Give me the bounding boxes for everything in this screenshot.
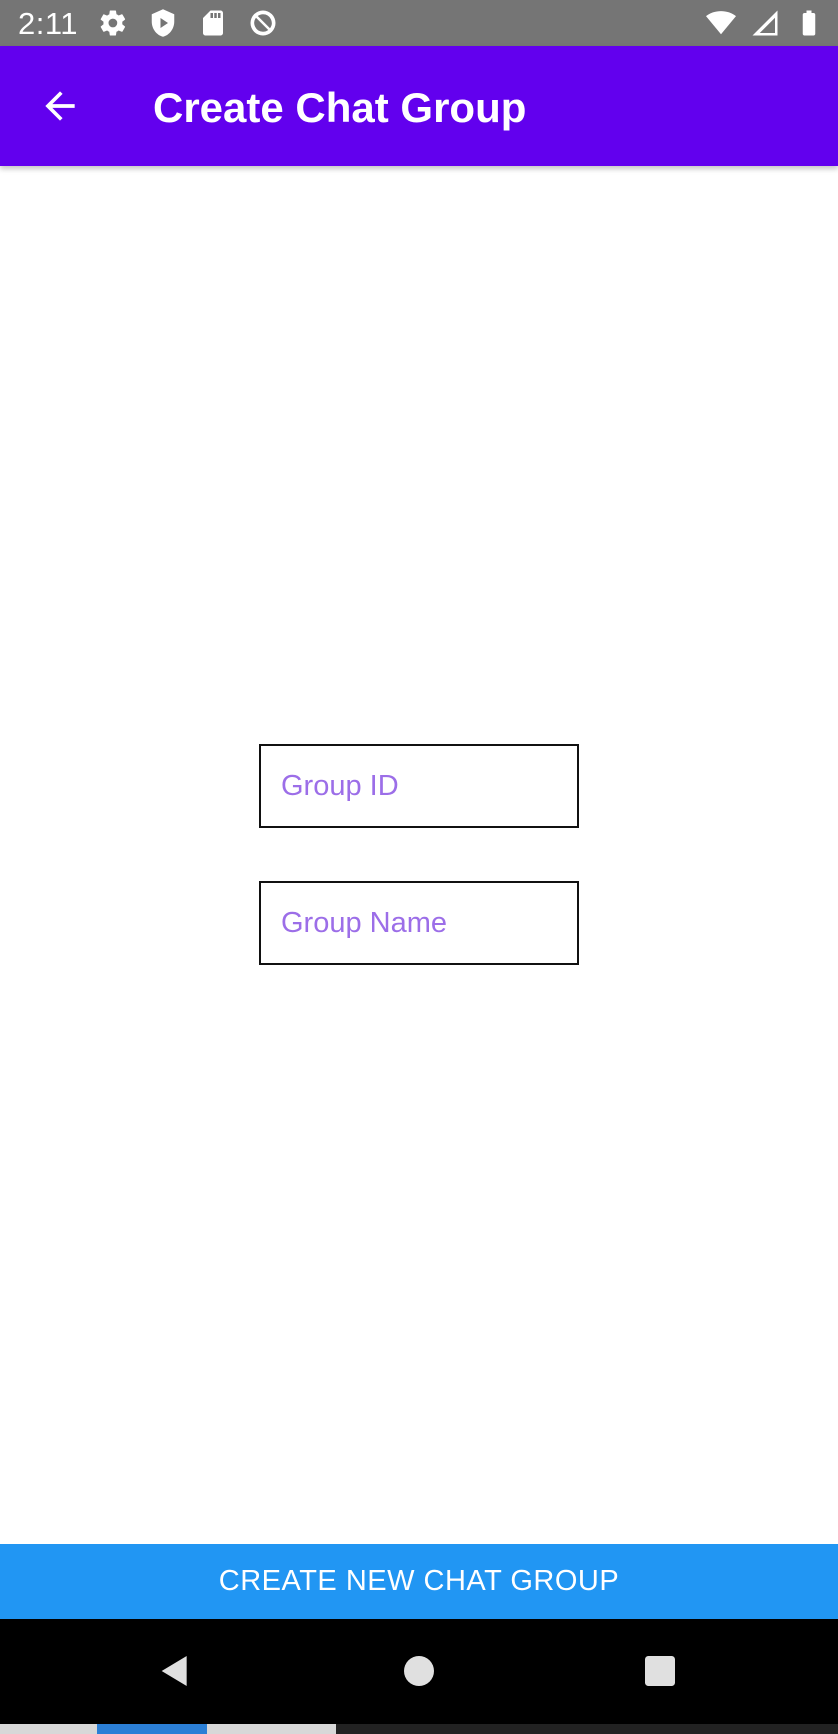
group-name-input[interactable] — [261, 883, 577, 963]
nav-home-button[interactable] — [389, 1641, 449, 1701]
app-bar: Create Chat Group — [0, 46, 838, 166]
group-id-field[interactable] — [259, 744, 579, 828]
shield-play-icon — [146, 6, 180, 40]
back-triangle-icon — [161, 1656, 187, 1686]
arrow-left-icon — [45, 91, 75, 121]
bottom-strip — [0, 1724, 838, 1734]
page-title: Create Chat Group — [153, 84, 527, 131]
status-icons-left — [96, 6, 280, 40]
status-icons-right — [704, 6, 826, 40]
nav-recents-button[interactable] — [630, 1641, 690, 1701]
bottom-strip-highlight — [97, 1724, 207, 1734]
cell-signal-icon — [748, 6, 782, 40]
wifi-icon — [704, 6, 738, 40]
create-new-chat-group-button[interactable]: CREATE NEW CHAT GROUP — [0, 1544, 838, 1619]
nav-back-button[interactable] — [145, 1641, 205, 1701]
home-circle-icon — [404, 1656, 434, 1686]
group-name-field[interactable] — [259, 881, 579, 965]
gear-icon — [96, 6, 130, 40]
no-sign-icon — [246, 6, 280, 40]
system-navigation-bar — [0, 1619, 838, 1724]
status-time: 2:11 — [18, 6, 79, 41]
group-id-input[interactable] — [261, 746, 577, 826]
back-button[interactable] — [30, 76, 90, 136]
status-bar: 2:11 — [0, 0, 838, 46]
sd-card-icon — [196, 6, 230, 40]
recents-square-icon — [645, 1656, 675, 1686]
battery-icon — [792, 6, 826, 40]
